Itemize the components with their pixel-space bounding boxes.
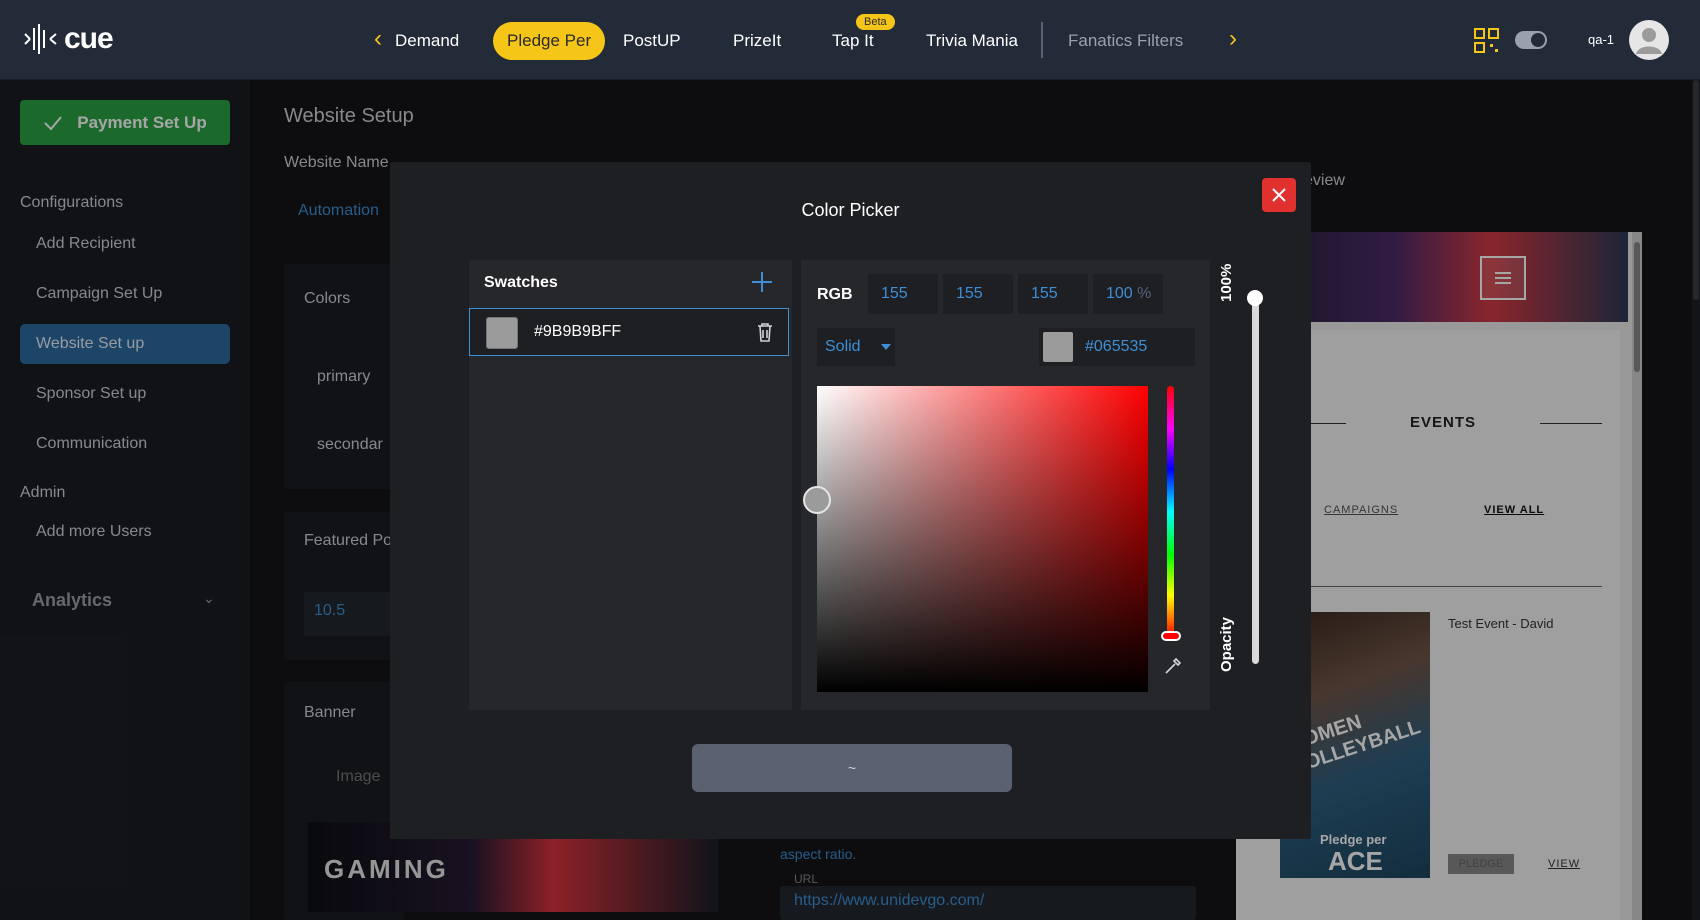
cue-logo-icon	[24, 24, 57, 54]
alpha-unit: %	[1137, 285, 1152, 302]
opacity-percent: 100%	[1218, 263, 1235, 302]
fill-type-value: Solid	[825, 338, 861, 355]
nav-item-pledge-per[interactable]: Pledge Per	[493, 22, 606, 60]
theme-toggle-icon[interactable]	[1515, 31, 1547, 49]
modal-title: Color Picker	[801, 200, 900, 220]
swatches-panel: Swatches #9B9B9BFF	[469, 260, 792, 710]
nav-item-postup[interactable]: PostUP	[623, 22, 681, 60]
green-input[interactable]: 155	[943, 274, 1013, 314]
fill-type-select[interactable]: Solid	[817, 328, 895, 366]
hue-slider[interactable]	[1167, 386, 1174, 638]
swatch-hex-value: #9B9B9BFF	[534, 323, 622, 340]
saturation-value-area[interactable]	[803, 386, 1148, 692]
opacity-handle[interactable]	[1247, 290, 1263, 306]
color-picker-modal: Color Picker Swatches #9B9B9BFF RGB 155 …	[390, 162, 1311, 839]
close-icon	[1272, 188, 1286, 202]
saturation-handle[interactable]	[803, 486, 831, 514]
user-avatar-icon	[1636, 28, 1662, 54]
alpha-input[interactable]: 100 %	[1093, 274, 1163, 314]
logo-text: cue	[64, 22, 114, 55]
trash-icon[interactable]	[754, 321, 776, 343]
blue-input[interactable]: 155	[1018, 274, 1088, 314]
swatches-heading: Swatches	[484, 274, 558, 291]
nav-item-prizeit[interactable]: PrizeIt	[733, 22, 781, 60]
nav-divider	[1041, 22, 1043, 58]
hex-input[interactable]: #065535	[1039, 328, 1195, 366]
nav-prev-arrow-icon[interactable]: ‹	[366, 27, 390, 52]
hex-value: #065535	[1085, 338, 1148, 355]
close-button[interactable]	[1262, 178, 1296, 212]
swatch-item[interactable]: #9B9B9BFF	[469, 308, 789, 356]
caret-down-icon	[881, 344, 891, 350]
alpha-value: 100	[1106, 285, 1133, 302]
opacity-label: Opacity	[1218, 616, 1235, 672]
add-swatch-icon[interactable]	[750, 270, 774, 294]
nav-item-tap-it[interactable]: Tap It	[832, 22, 874, 60]
apply-color-button[interactable]: ~	[692, 744, 1012, 792]
avatar[interactable]	[1629, 20, 1669, 60]
hue-handle[interactable]	[1161, 631, 1181, 641]
eyedropper-icon[interactable]	[1163, 656, 1183, 676]
top-nav-bar: cue ‹ Demand Pledge Per PostUP PrizeIt B…	[0, 0, 1700, 80]
nav-item-demand[interactable]: Demand	[395, 22, 459, 60]
picker-panel: RGB 155 155 155 100 % Solid #065535	[801, 260, 1210, 710]
app-logo[interactable]: cue	[24, 22, 114, 56]
nav-item-trivia-mania[interactable]: Trivia Mania	[926, 22, 1018, 60]
nav-item-fanatics-filters[interactable]: Fanatics Filters	[1068, 22, 1183, 60]
qr-code-icon[interactable]	[1474, 28, 1500, 54]
nav-next-arrow-icon[interactable]: ›	[1221, 27, 1245, 52]
rgb-label: RGB	[817, 286, 853, 303]
opacity-slider[interactable]	[1252, 294, 1259, 664]
swatch-color-chip	[486, 317, 518, 349]
hex-color-chip	[1043, 332, 1073, 362]
red-input[interactable]: 155	[868, 274, 938, 314]
user-name[interactable]: qa-1	[1588, 32, 1614, 47]
